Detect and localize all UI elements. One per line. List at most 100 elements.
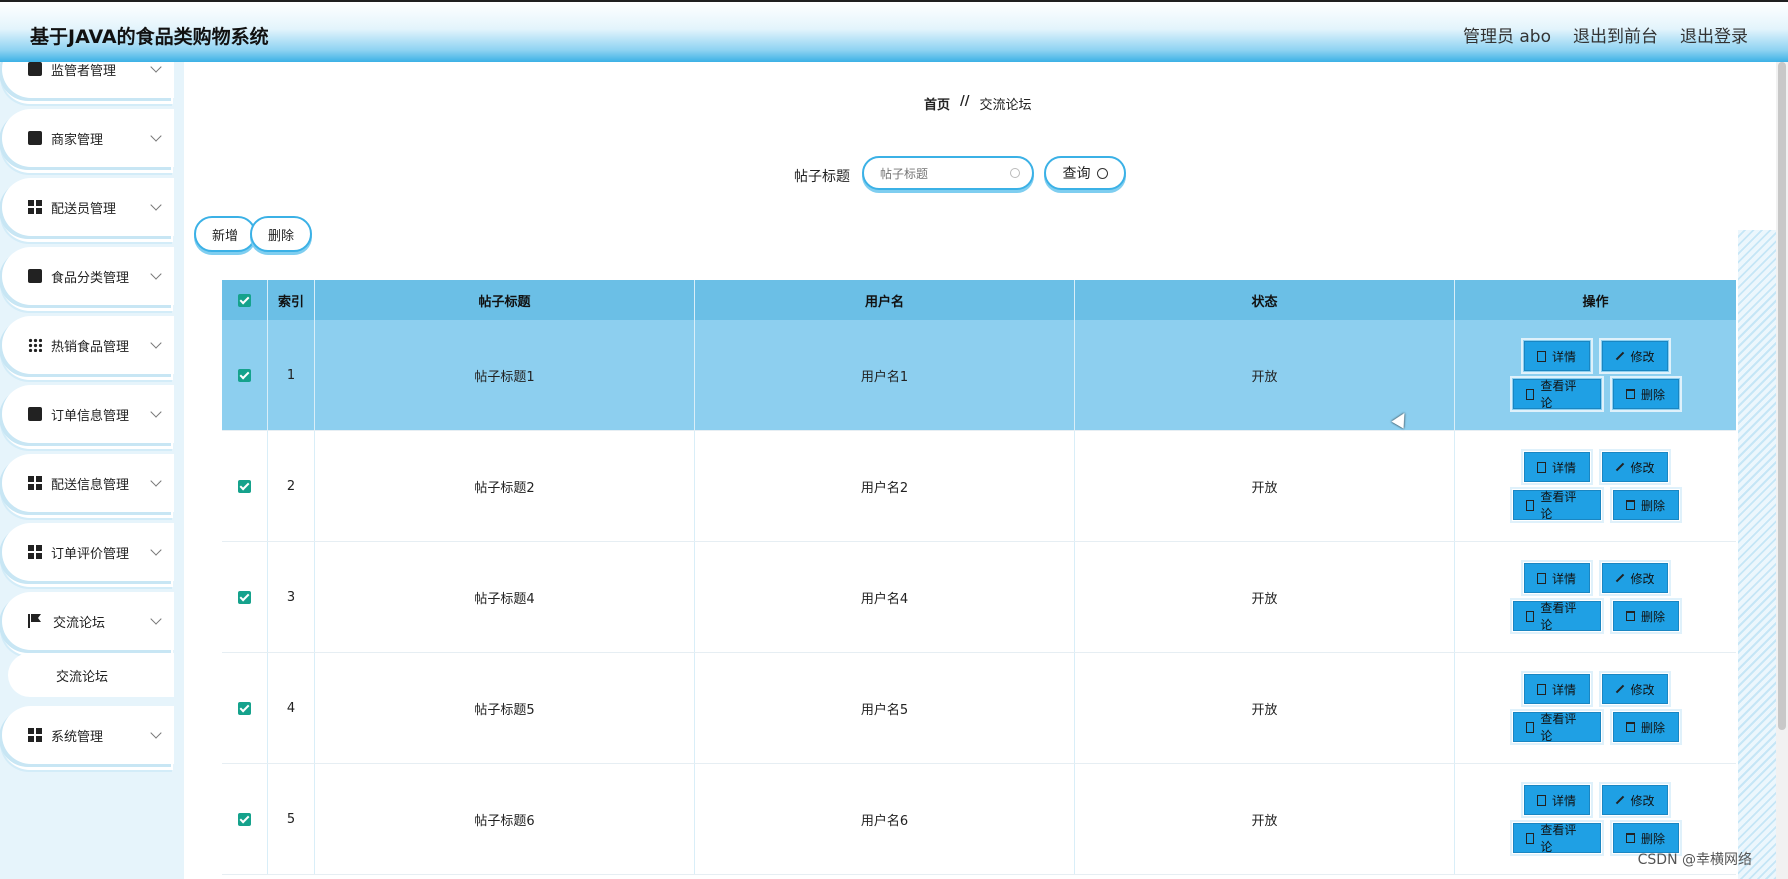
document-icon bbox=[1525, 610, 1535, 622]
cell-actions: 详情 修改 查看评论 删除 bbox=[1455, 320, 1736, 430]
delete-button-label: 删除 bbox=[1640, 831, 1665, 846]
chevron-down-icon bbox=[150, 337, 162, 349]
trash-icon bbox=[1625, 833, 1635, 843]
sidebar-item-courier[interactable]: 配送员管理 bbox=[2, 178, 174, 236]
sidebar-item-forum[interactable]: 交流论坛 bbox=[2, 592, 174, 650]
edit-button[interactable]: 修改 bbox=[1598, 338, 1671, 374]
sidebar-item-merchant[interactable]: 商家管理 bbox=[2, 109, 174, 167]
sidebar-item-delivery-info[interactable]: 配送信息管理 bbox=[2, 454, 174, 512]
edit-button[interactable]: 修改 bbox=[1598, 671, 1671, 707]
sidebar-item-label: 订单信息管理 bbox=[51, 408, 130, 424]
breadcrumb-current: 交流论坛 bbox=[979, 98, 1032, 113]
table-row[interactable]: 1 帖子标题1 用户名1 开放 详情 修改 查看评论 删除 bbox=[222, 320, 1736, 431]
edit-button[interactable]: 修改 bbox=[1598, 560, 1671, 596]
cell-status: 开放 bbox=[1075, 764, 1455, 874]
sidebar-item-system[interactable]: 系统管理 bbox=[2, 706, 174, 764]
row-actions: 详情 修改 查看评论 删除 bbox=[1509, 671, 1682, 745]
search-icon bbox=[1096, 167, 1108, 179]
document-icon bbox=[1536, 461, 1546, 473]
top-bar: 基于JAVA的食品类购物系统 管理员 abo 退出到前台 退出登录 bbox=[0, 0, 1788, 62]
row-checkbox[interactable] bbox=[238, 368, 251, 382]
column-header-title: 帖子标题 bbox=[315, 280, 695, 320]
detail-button-label: 详情 bbox=[1551, 571, 1576, 586]
table-row[interactable]: 3 帖子标题4 用户名4 开放 详情 修改 查看评论 删除 bbox=[222, 542, 1736, 653]
chevron-down-icon bbox=[150, 727, 162, 739]
sidebar-item-order-review[interactable]: 订单评价管理 bbox=[2, 523, 174, 581]
cell-title: 帖子标题4 bbox=[315, 542, 695, 652]
sidebar-subitem-forum[interactable]: 交流论坛 bbox=[8, 653, 174, 697]
scrollbar[interactable] bbox=[1776, 62, 1788, 879]
logout-link[interactable]: 退出登录 bbox=[1680, 22, 1748, 47]
chevron-down-icon bbox=[150, 268, 162, 280]
view-comments-button[interactable]: 查看评论 bbox=[1509, 487, 1604, 523]
top-links: 管理员 abo 退出到前台 退出登录 bbox=[1463, 22, 1748, 47]
search-input[interactable] bbox=[878, 166, 1012, 182]
sidebar-item-hot-food[interactable]: 热销食品管理 bbox=[2, 316, 174, 374]
sidebar-item-label: 系统管理 bbox=[51, 729, 104, 745]
column-header-actions: 操作 bbox=[1582, 294, 1609, 310]
cell-index: 5 bbox=[268, 764, 315, 874]
query-button[interactable]: 查询 bbox=[1044, 156, 1126, 190]
admin-user-link[interactable]: 管理员 abo bbox=[1463, 22, 1551, 47]
row-checkbox[interactable] bbox=[238, 812, 251, 826]
column-header-username: 用户名 bbox=[695, 280, 1075, 320]
sidebar-item-label: 商家管理 bbox=[51, 132, 104, 148]
view-comments-button[interactable]: 查看评论 bbox=[1509, 376, 1604, 412]
row-checkbox[interactable] bbox=[238, 701, 251, 715]
detail-button-label: 详情 bbox=[1551, 682, 1576, 697]
sidebar-item-label: 交流论坛 bbox=[53, 615, 106, 631]
apps-icon bbox=[28, 338, 42, 352]
query-button-label: 查询 bbox=[1062, 166, 1091, 182]
batch-delete-button[interactable]: 删除 bbox=[250, 216, 312, 252]
detail-button[interactable]: 详情 bbox=[1520, 560, 1593, 596]
row-checkbox[interactable] bbox=[238, 479, 251, 493]
row-actions: 详情 修改 查看评论 删除 bbox=[1509, 338, 1682, 412]
cell-status: 开放 bbox=[1075, 431, 1455, 541]
table-row[interactable]: 5 帖子标题6 用户名6 开放 详情 修改 查看评论 删除 bbox=[222, 764, 1736, 875]
cell-actions: 详情 修改 查看评论 删除 bbox=[1455, 542, 1736, 652]
delete-button-label: 删除 bbox=[1640, 720, 1665, 735]
row-checkbox-cell bbox=[222, 542, 268, 652]
cell-status: 开放 bbox=[1075, 653, 1455, 763]
cell-index: 4 bbox=[268, 653, 315, 763]
delete-button[interactable]: 删除 bbox=[1609, 376, 1682, 412]
view-comments-label: 查看评论 bbox=[1540, 712, 1577, 743]
table-row[interactable]: 4 帖子标题5 用户名5 开放 详情 修改 查看评论 删除 bbox=[222, 653, 1736, 764]
add-button[interactable]: 新增 bbox=[194, 216, 256, 252]
detail-button[interactable]: 详情 bbox=[1520, 449, 1593, 485]
document-icon bbox=[1536, 350, 1546, 362]
document-icon bbox=[1536, 683, 1546, 695]
breadcrumb-home[interactable]: 首页 bbox=[924, 94, 950, 113]
view-comments-button[interactable]: 查看评论 bbox=[1509, 820, 1604, 856]
detail-button[interactable]: 详情 bbox=[1520, 338, 1593, 374]
watermark: CSDN @幸横网络 bbox=[1637, 852, 1752, 868]
sidebar-item-label: 热销食品管理 bbox=[51, 339, 130, 355]
detail-button[interactable]: 详情 bbox=[1520, 671, 1593, 707]
sidebar-item-order-info[interactable]: 订单信息管理 bbox=[2, 385, 174, 443]
delete-button[interactable]: 删除 bbox=[1609, 487, 1682, 523]
view-comments-button[interactable]: 查看评论 bbox=[1509, 598, 1604, 634]
forum-table: 索引 帖子标题 用户名 状态 操作 1 帖子标题1 用户名1 开放 详情 修改 … bbox=[222, 280, 1736, 875]
delete-button[interactable]: 删除 bbox=[1609, 598, 1682, 634]
row-actions-top: 详情 修改 bbox=[1520, 671, 1671, 707]
search-icon bbox=[1010, 168, 1020, 178]
sidebar-item-food-category[interactable]: 食品分类管理 bbox=[2, 247, 174, 305]
flag-icon bbox=[28, 614, 44, 628]
row-checkbox[interactable] bbox=[238, 590, 251, 604]
table-row[interactable]: 2 帖子标题2 用户名2 开放 详情 修改 查看评论 删除 bbox=[222, 431, 1736, 542]
edit-button[interactable]: 修改 bbox=[1598, 782, 1671, 818]
detail-button[interactable]: 详情 bbox=[1520, 782, 1593, 818]
grid-icon bbox=[28, 476, 42, 490]
scrollbar-thumb[interactable] bbox=[1778, 62, 1786, 730]
select-all-checkbox[interactable] bbox=[238, 293, 251, 307]
sidebar-item-supervisor[interactable]: 监管者管理 bbox=[2, 62, 174, 98]
document-icon bbox=[1536, 572, 1546, 584]
delete-button[interactable]: 删除 bbox=[1609, 709, 1682, 745]
view-comments-button[interactable]: 查看评论 bbox=[1509, 709, 1604, 745]
edit-button[interactable]: 修改 bbox=[1598, 449, 1671, 485]
row-actions-top: 详情 修改 bbox=[1520, 449, 1671, 485]
exit-to-front-link[interactable]: 退出到前台 bbox=[1573, 22, 1658, 47]
cell-index: 3 bbox=[268, 542, 315, 652]
document-icon bbox=[1525, 388, 1535, 400]
briefcase-icon bbox=[28, 269, 42, 283]
